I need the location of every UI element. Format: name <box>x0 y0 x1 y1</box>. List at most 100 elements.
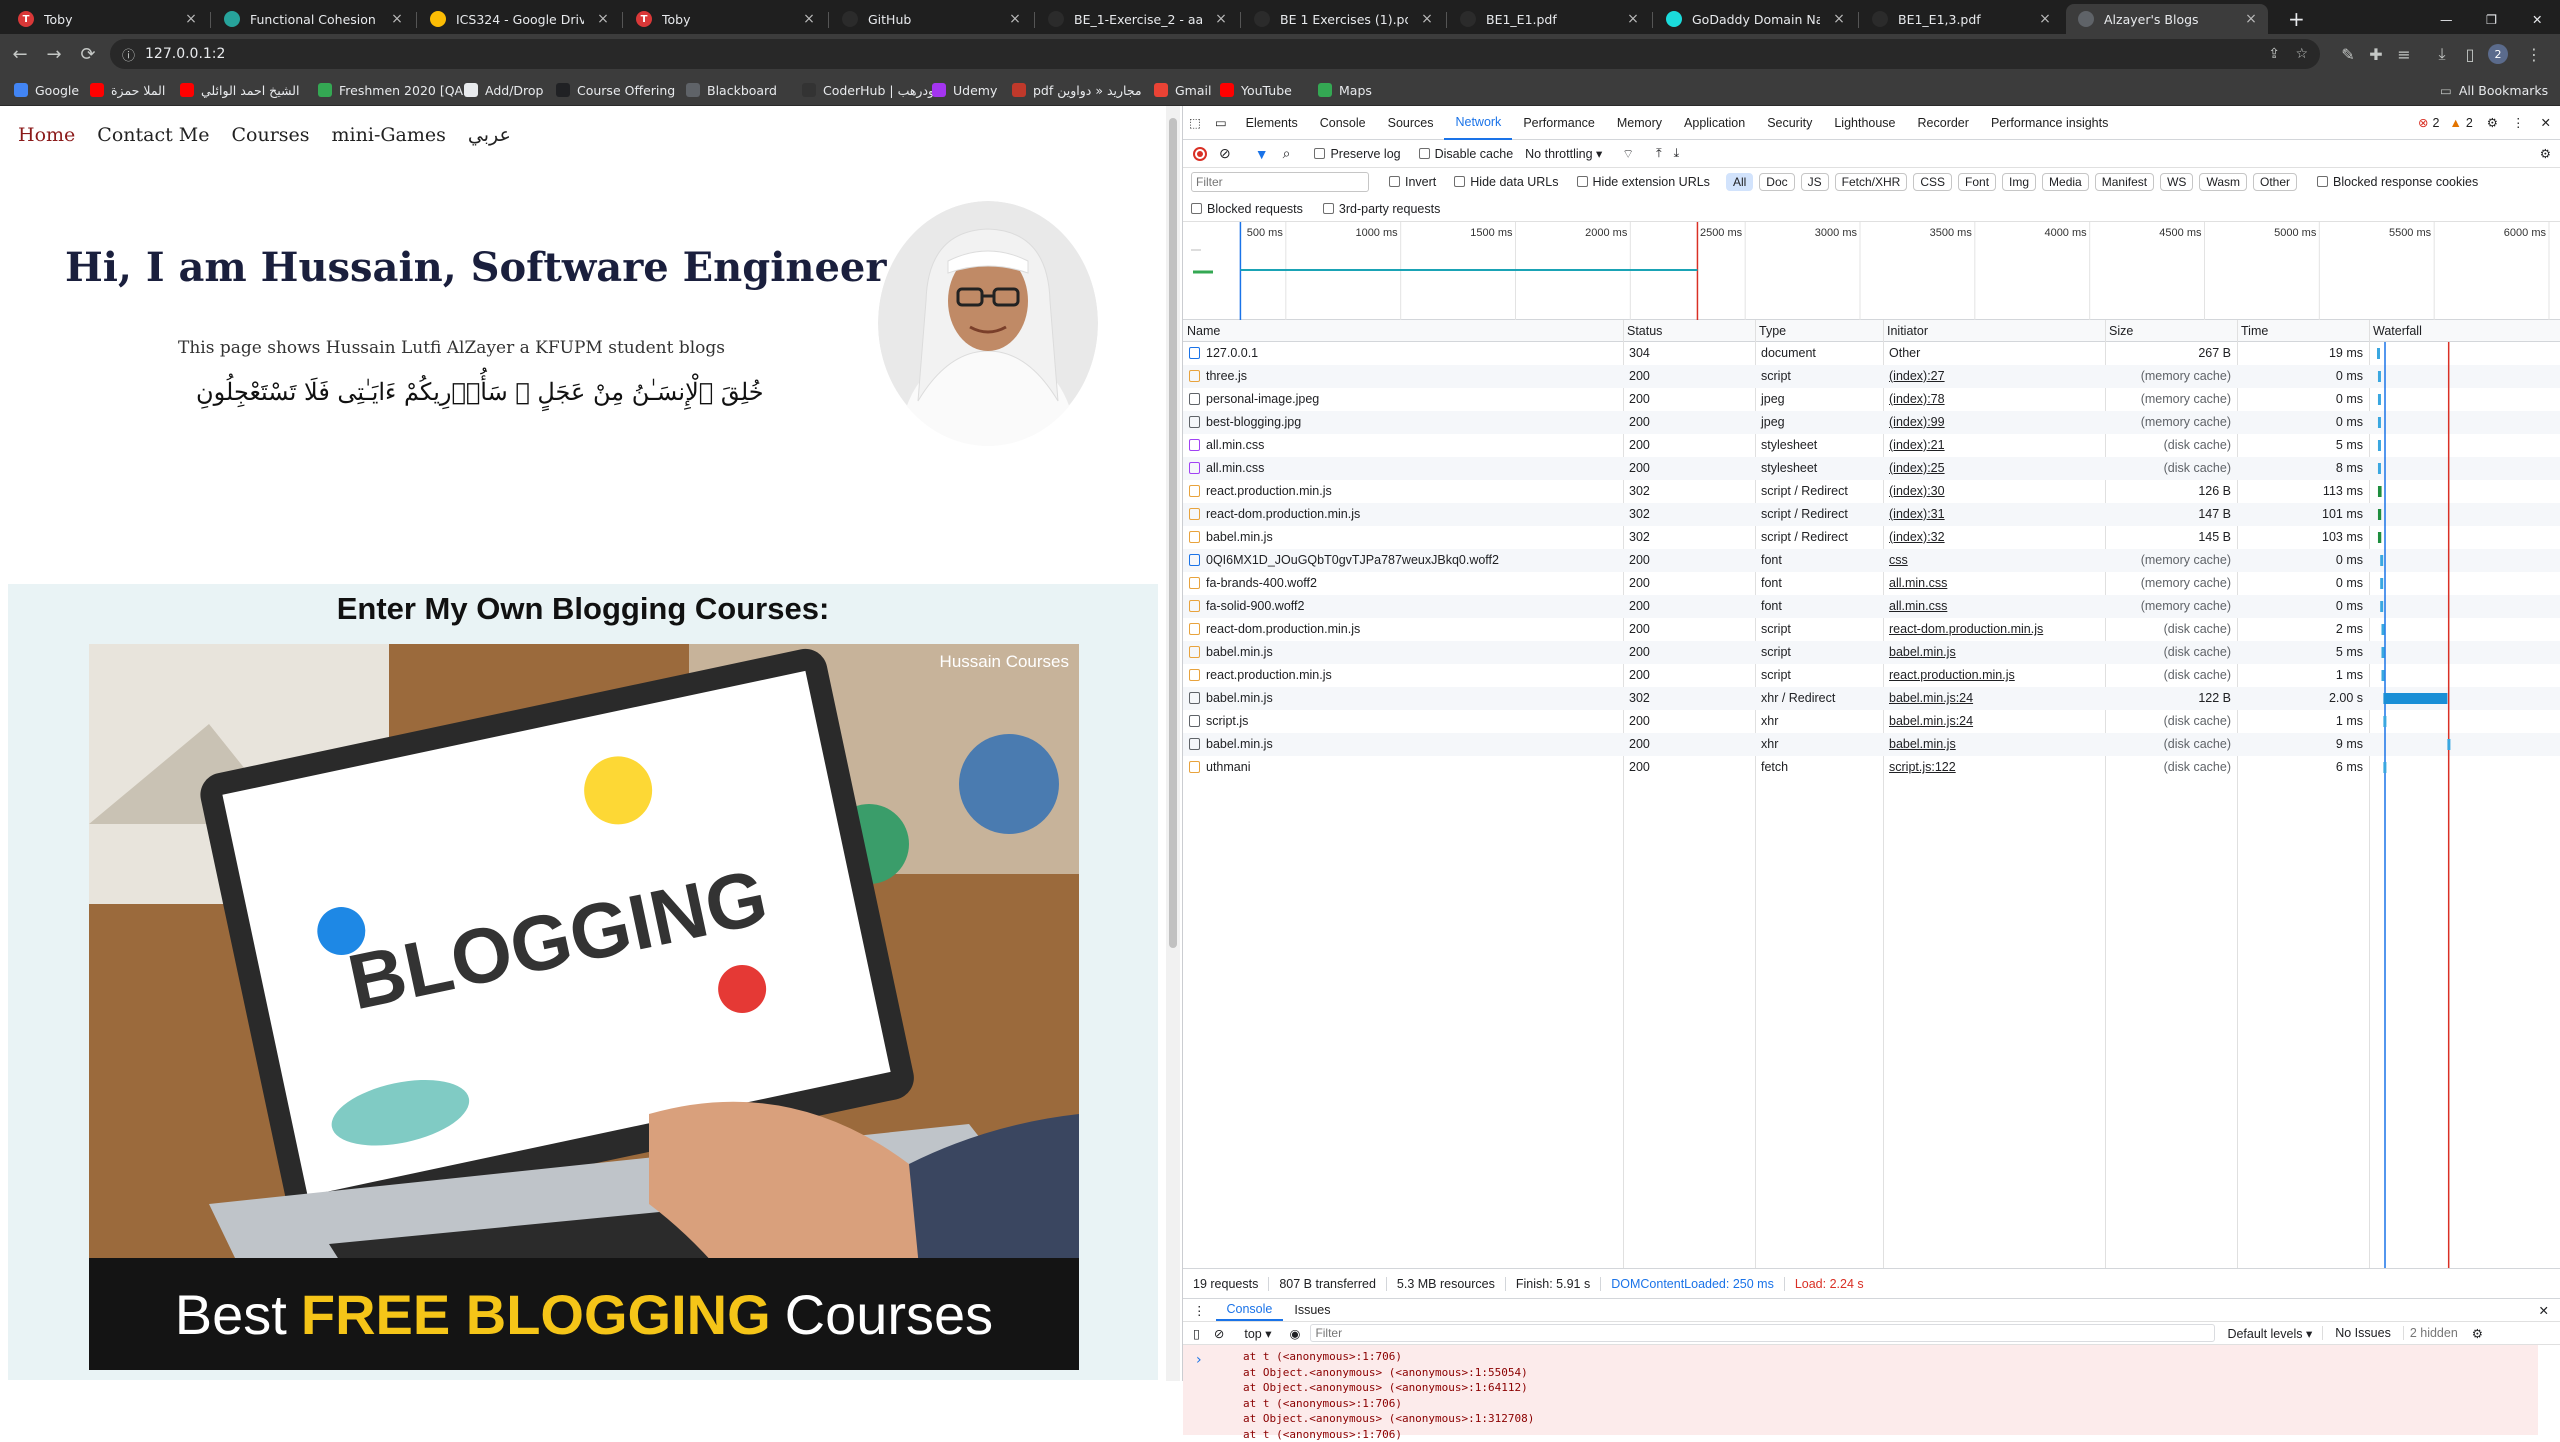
table-row[interactable]: script.js200xhrbabel.min.js:24(disk cach… <box>1183 710 2560 733</box>
blocked-response-cookies-checkbox[interactable]: Blocked response cookies <box>2317 175 2478 189</box>
settings-icon[interactable]: ⚙ <box>2479 106 2506 140</box>
bookmark-item[interactable]: Udemy <box>932 80 997 100</box>
throttling-select[interactable]: No throttling ▾ <box>1525 146 1602 161</box>
tab-close-icon[interactable]: × <box>182 11 200 27</box>
bookmark-item[interactable]: Blackboard <box>686 80 777 100</box>
reload-icon[interactable]: ⟳ <box>74 40 102 68</box>
bookmark-item[interactable]: Maps <box>1318 80 1372 100</box>
close-window-icon[interactable]: ✕ <box>2520 4 2556 34</box>
table-row[interactable]: react.production.min.js302script / Redir… <box>1183 480 2560 503</box>
devtools-tab[interactable]: Memory <box>1606 106 1673 140</box>
table-row[interactable]: 0QI6MX1D_JOuGQbT0gvTJPa787weuxJBkq0.woff… <box>1183 549 2560 572</box>
site-info-icon[interactable]: ⓘ <box>122 45 135 64</box>
bookmark-item[interactable]: pdf مجاريد « دواوين <box>1012 80 1142 100</box>
inspect-icon[interactable]: ⬚ <box>1183 106 1207 140</box>
browser-tab[interactable]: BE1_E1,3.pdf× <box>1860 4 2062 34</box>
close-devtools-icon[interactable]: ✕ <box>2531 106 2560 140</box>
site-nav-link[interactable]: Home <box>18 124 75 146</box>
browser-tab[interactable]: BE 1 Exercises (1).pdf× <box>1242 4 1444 34</box>
browser-tab[interactable]: BE_1-Exercise_2 - aamhaa× <box>1036 4 1238 34</box>
console-settings-icon[interactable]: ⚙ <box>2464 1326 2491 1341</box>
table-row[interactable]: uthmani200fetchscript.js:122(disk cache)… <box>1183 756 2560 779</box>
tab-close-icon[interactable]: × <box>2036 11 2054 27</box>
console-filter-input[interactable] <box>1310 1324 2215 1342</box>
column-header[interactable]: Time <box>2237 320 2369 342</box>
all-bookmarks[interactable]: ▭All Bookmarks <box>2440 80 2548 100</box>
drawer-tab-console[interactable]: Console <box>1216 1299 1284 1321</box>
console-prompt-icon[interactable]: › <box>1196 1352 1202 1368</box>
media-icon[interactable]: ≡ <box>2392 42 2416 66</box>
extensions-icon[interactable]: ✚ <box>2364 42 2388 66</box>
devtools-tab[interactable]: Network <box>1444 106 1512 140</box>
type-filter-chip[interactable]: Doc <box>1759 173 1794 191</box>
devtools-tab[interactable]: Console <box>1309 106 1377 140</box>
table-row[interactable]: all.min.css200stylesheet(index):21(disk … <box>1183 434 2560 457</box>
site-nav-link[interactable]: Contact Me <box>97 124 209 146</box>
bookmark-item[interactable]: Add/Drop <box>464 80 543 100</box>
share-icon[interactable]: ⇪ <box>2268 46 2280 62</box>
devtools-tab[interactable]: Lighthouse <box>1823 106 1906 140</box>
table-row[interactable]: fa-brands-400.woff2200fontall.min.css(me… <box>1183 572 2560 595</box>
new-tab-button[interactable]: + <box>2276 4 2306 34</box>
devtools-tab[interactable]: Recorder <box>1907 106 1980 140</box>
table-row[interactable]: react-dom.production.min.js302script / R… <box>1183 503 2560 526</box>
devtools-tab[interactable]: Sources <box>1377 106 1445 140</box>
bookmark-star-icon[interactable]: ☆ <box>2295 46 2308 62</box>
initiator-link[interactable]: babel.min.js:24 <box>1889 714 1973 728</box>
page-scrollbar[interactable] <box>1166 106 1180 1381</box>
initiator-link[interactable]: (index):78 <box>1889 392 1945 406</box>
table-row[interactable]: react.production.min.js200scriptreact.pr… <box>1183 664 2560 687</box>
column-header[interactable]: Name <box>1183 320 1623 342</box>
initiator-link[interactable]: react.production.min.js <box>1889 668 2015 682</box>
initiator-link[interactable]: react-dom.production.min.js <box>1889 622 2043 636</box>
type-filter-chip[interactable]: WS <box>2160 173 2193 191</box>
network-filter-input[interactable] <box>1191 172 1369 192</box>
download-icon[interactable]: ⤓ <box>2430 42 2454 66</box>
filter-icon[interactable]: ▼ <box>1255 146 1269 162</box>
tab-close-icon[interactable]: × <box>594 11 612 27</box>
devtools-tab[interactable]: Elements <box>1235 106 1309 140</box>
console-sidebar-icon[interactable]: ▯ <box>1183 1326 1206 1341</box>
hide-extension-urls-checkbox[interactable]: Hide extension URLs <box>1577 175 1710 189</box>
browser-tab[interactable]: BE1_E1.pdf× <box>1448 4 1650 34</box>
more-icon[interactable]: ⋮ <box>2506 106 2531 140</box>
clear-icon[interactable]: ⊘ <box>1219 145 1231 162</box>
drawer-tab-issues[interactable]: Issues <box>1283 1299 1341 1321</box>
type-filter-chip[interactable]: Wasm <box>2199 173 2247 191</box>
table-row[interactable]: fa-solid-900.woff2200fontall.min.css(mem… <box>1183 595 2560 618</box>
bookmark-item[interactable]: YouTube <box>1220 80 1292 100</box>
table-row[interactable]: 127.0.0.1304documentOther267 B19 ms <box>1183 342 2560 365</box>
initiator-link[interactable]: (index):32 <box>1889 530 1945 544</box>
devtools-tab[interactable]: Security <box>1756 106 1823 140</box>
context-select[interactable]: top ▾ <box>1232 1326 1279 1341</box>
profile-avatar[interactable]: 2 <box>2486 42 2510 66</box>
initiator-link[interactable]: (index):25 <box>1889 461 1945 475</box>
type-filter-chip[interactable]: Font <box>1958 173 1996 191</box>
preserve-log-checkbox[interactable]: Preserve log <box>1314 147 1400 161</box>
bookmark-item[interactable]: الشيخ احمد الوائلي <box>180 80 299 100</box>
third-party-checkbox[interactable]: 3rd-party requests <box>1323 202 1440 216</box>
network-conditions-icon[interactable]: ⌔ <box>1622 146 1634 162</box>
type-filter-chip[interactable]: Media <box>2042 173 2089 191</box>
column-header[interactable]: Size <box>2105 320 2237 342</box>
initiator-link[interactable]: (index):30 <box>1889 484 1945 498</box>
live-expression-icon[interactable]: ◉ <box>1280 1326 1311 1341</box>
tab-close-icon[interactable]: × <box>800 11 818 27</box>
type-filter-chip[interactable]: Other <box>2253 173 2297 191</box>
type-filter-chip[interactable]: CSS <box>1913 173 1952 191</box>
blocked-requests-checkbox[interactable]: Blocked requests <box>1191 202 1303 216</box>
forward-icon[interactable]: → <box>40 40 68 68</box>
levels-select[interactable]: Default levels ▾ <box>2215 1326 2322 1341</box>
browser-tab[interactable]: Functional Cohesion in De× <box>212 4 414 34</box>
pen-icon[interactable]: ✎ <box>2336 42 2360 66</box>
initiator-link[interactable]: all.min.css <box>1889 599 1947 613</box>
no-issues[interactable]: No Issues <box>2322 1326 2403 1340</box>
browser-tab[interactable]: GitHub× <box>830 4 1032 34</box>
site-nav-link[interactable]: عربي <box>468 124 511 146</box>
devtools-tab[interactable]: Performance insights <box>1980 106 2119 140</box>
column-header[interactable]: Initiator <box>1883 320 2105 342</box>
close-drawer-icon[interactable]: ✕ <box>2527 1303 2560 1318</box>
browser-tab[interactable]: TToby× <box>6 4 208 34</box>
type-filter-chip[interactable]: Fetch/XHR <box>1835 173 1908 191</box>
import-har-icon[interactable]: ⤒ <box>1656 146 1662 161</box>
